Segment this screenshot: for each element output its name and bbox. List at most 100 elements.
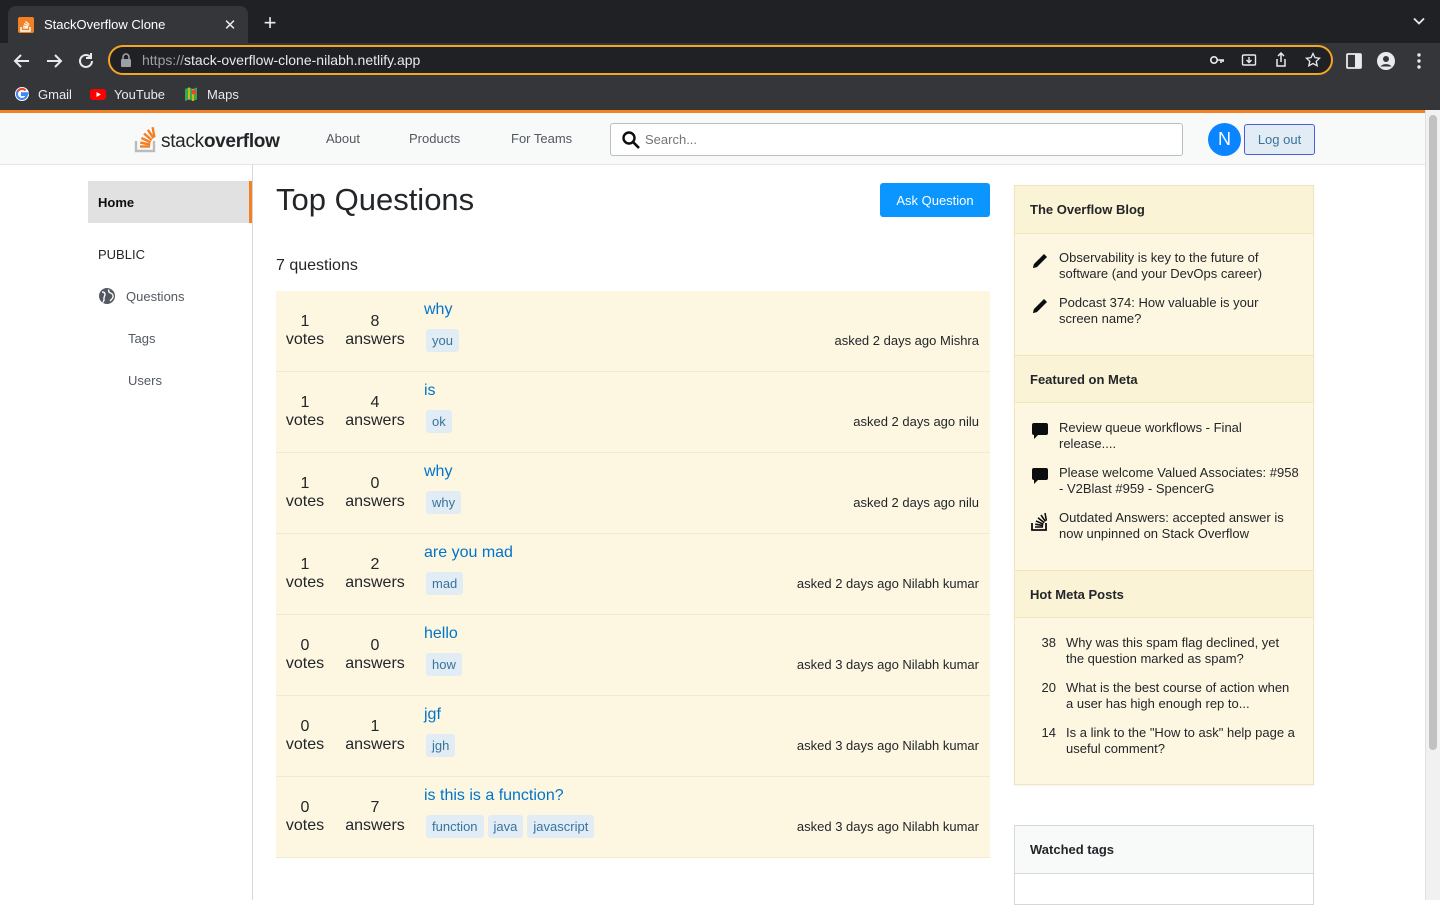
logo-wordmark: stackoverflow <box>161 131 280 152</box>
question-row: 1 votes 2 answers are you mad mad asked 2 … <box>276 534 990 615</box>
address-bar[interactable]: https://stack-overflow-clone-nilabh.netl… <box>108 45 1333 75</box>
question-title-link[interactable]: jgf <box>424 706 441 724</box>
nav-about[interactable]: About <box>326 131 360 146</box>
close-tab-icon[interactable]: ✕ <box>222 16 238 34</box>
bookmark-label: YouTube <box>113 86 166 102</box>
menu-kebab-icon[interactable] <box>1409 51 1429 71</box>
question-tag[interactable]: jgh <box>426 734 456 757</box>
question-title-link[interactable]: why <box>424 301 452 319</box>
answer-count: 2 answers <box>345 556 405 591</box>
stackoverflow-icon <box>1031 512 1048 531</box>
vote-count: 0 votes <box>285 637 325 672</box>
globe-icon <box>99 288 115 304</box>
browser-tab-strip: StackOverflow Clone ✕ + <box>0 0 1440 43</box>
bookmark-gmail[interactable]: Gmail <box>14 86 72 102</box>
sidebar-item-tags[interactable]: Tags <box>128 331 155 346</box>
stackoverflow-logo-icon <box>134 126 156 153</box>
blog-item[interactable]: Podcast 374: How valuable is your screen… <box>1030 295 1300 327</box>
left-sidebar: Home PUBLIC Questions Tags Users <box>0 165 253 900</box>
question-row: 1 votes 4 answers is ok asked 2 days ago n… <box>276 372 990 453</box>
bookmark-youtube[interactable]: YouTube <box>89 86 166 102</box>
bookmark-maps[interactable]: Maps <box>183 86 239 102</box>
meta-item[interactable]: Outdated Answers: accepted answer is now… <box>1030 510 1300 542</box>
ask-question-button[interactable]: Ask Question <box>880 183 990 217</box>
question-row: 1 votes 0 answers why why asked 2 days ago… <box>276 453 990 534</box>
chevron-down-icon[interactable] <box>1412 14 1426 28</box>
reload-icon[interactable] <box>75 50 97 72</box>
hot-meta-score: 38 <box>1041 635 1056 650</box>
key-icon[interactable] <box>1209 52 1225 68</box>
vote-count: 1 votes <box>285 313 325 348</box>
meta-item[interactable]: Please welcome Valued Associates: #958 -… <box>1030 465 1300 497</box>
question-count: 7 questions <box>276 257 358 274</box>
watched-tags-widget: Watched tags <box>1014 825 1314 905</box>
hot-meta-item[interactable]: 38 Why was this spam flag declined, yet … <box>1030 635 1300 667</box>
question-tag[interactable]: how <box>426 653 462 676</box>
question-tag[interactable]: mad <box>426 572 464 595</box>
back-arrow-icon[interactable] <box>11 50 33 72</box>
bookmark-label: Gmail <box>38 86 72 102</box>
vote-count: 1 votes <box>285 556 325 591</box>
url-text[interactable]: https://stack-overflow-clone-nilabh.netl… <box>142 52 1209 68</box>
search-box[interactable] <box>610 123 1183 156</box>
meta-item[interactable]: Review queue workflows - Final release..… <box>1030 420 1300 452</box>
sidebar-item-questions[interactable]: Questions <box>98 287 185 305</box>
sidebar-item-home[interactable]: Home <box>88 181 252 223</box>
nav-products[interactable]: Products <box>409 131 460 146</box>
question-title-link[interactable]: is this is a function? <box>424 787 564 805</box>
comment-icon <box>1032 468 1048 484</box>
question-title-link[interactable]: hello <box>424 625 458 643</box>
blog-item[interactable]: Observability is key to the future of so… <box>1030 250 1300 282</box>
vote-count: 1 votes <box>285 394 325 429</box>
bookmarks-bar: Gmail YouTube Maps <box>0 78 1440 110</box>
question-tag[interactable]: ok <box>426 410 452 433</box>
bookmark-star-icon[interactable] <box>1305 52 1321 68</box>
bookmark-label: Maps <box>207 86 239 102</box>
asked-info: asked 2 days ago nilu <box>853 495 979 510</box>
page-title: Top Questions <box>276 182 475 217</box>
youtube-icon <box>89 89 106 100</box>
nav-for-teams[interactable]: For Teams <box>511 131 572 146</box>
stackoverflow-favicon-icon <box>18 16 34 33</box>
sidebar-widget: The Overflow Blog Observability is key t… <box>1014 185 1314 785</box>
asked-info: asked 2 days ago Nilabh kumar <box>796 576 979 591</box>
question-tag[interactable]: why <box>426 491 462 514</box>
forward-arrow-icon[interactable] <box>43 50 65 72</box>
stackoverflow-logo[interactable]: stackoverflow <box>134 123 280 153</box>
vote-count: 1 votes <box>285 475 325 510</box>
question-row: 0 votes 7 answers is this is a function? f… <box>276 777 990 858</box>
question-tag[interactable]: function <box>426 815 484 838</box>
new-tab-button[interactable]: + <box>258 11 282 35</box>
browser-tab[interactable]: StackOverflow Clone ✕ <box>8 6 248 43</box>
sidebar-item-users[interactable]: Users <box>128 373 162 388</box>
hot-meta-score: 14 <box>1041 725 1056 740</box>
question-tag[interactable]: javascript <box>527 815 595 838</box>
question-title-link[interactable]: why <box>424 463 452 481</box>
search-input[interactable] <box>645 132 1182 147</box>
answer-count: 0 answers <box>345 637 405 672</box>
answer-count: 0 answers <box>345 475 405 510</box>
question-title-link[interactable]: are you mad <box>424 544 513 562</box>
question-tag[interactable]: you <box>426 329 459 352</box>
side-panel-icon[interactable] <box>1344 51 1364 71</box>
page-scrollbar[interactable] <box>1425 110 1440 900</box>
install-app-icon[interactable] <box>1241 52 1257 68</box>
asked-info: asked 2 days ago nilu <box>853 414 979 429</box>
scrollbar-thumb[interactable] <box>1429 115 1437 750</box>
widget-header-hot-meta: Hot Meta Posts <box>1015 570 1313 618</box>
pencil-icon <box>1033 254 1047 268</box>
widget-header-blog: The Overflow Blog <box>1015 186 1313 234</box>
question-title-link[interactable]: is <box>424 382 436 400</box>
lock-icon[interactable] <box>120 53 132 67</box>
hot-meta-item[interactable]: 20 What is the best course of action whe… <box>1030 680 1300 712</box>
asked-info: asked 3 days ago Nilabh kumar <box>796 819 979 834</box>
question-tag[interactable]: java <box>487 815 524 838</box>
tab-title: StackOverflow Clone <box>44 17 166 32</box>
question-row: 1 votes 8 answers why you asked 2 days ago… <box>276 291 990 372</box>
logout-button[interactable]: Log out <box>1244 124 1315 155</box>
hot-meta-item[interactable]: 14 Is a link to the "How to ask" help pa… <box>1030 725 1300 757</box>
avatar[interactable]: N <box>1208 123 1241 156</box>
watched-tags-header: Watched tags <box>1015 826 1313 874</box>
profile-icon[interactable] <box>1376 51 1396 71</box>
share-icon[interactable] <box>1273 52 1289 68</box>
